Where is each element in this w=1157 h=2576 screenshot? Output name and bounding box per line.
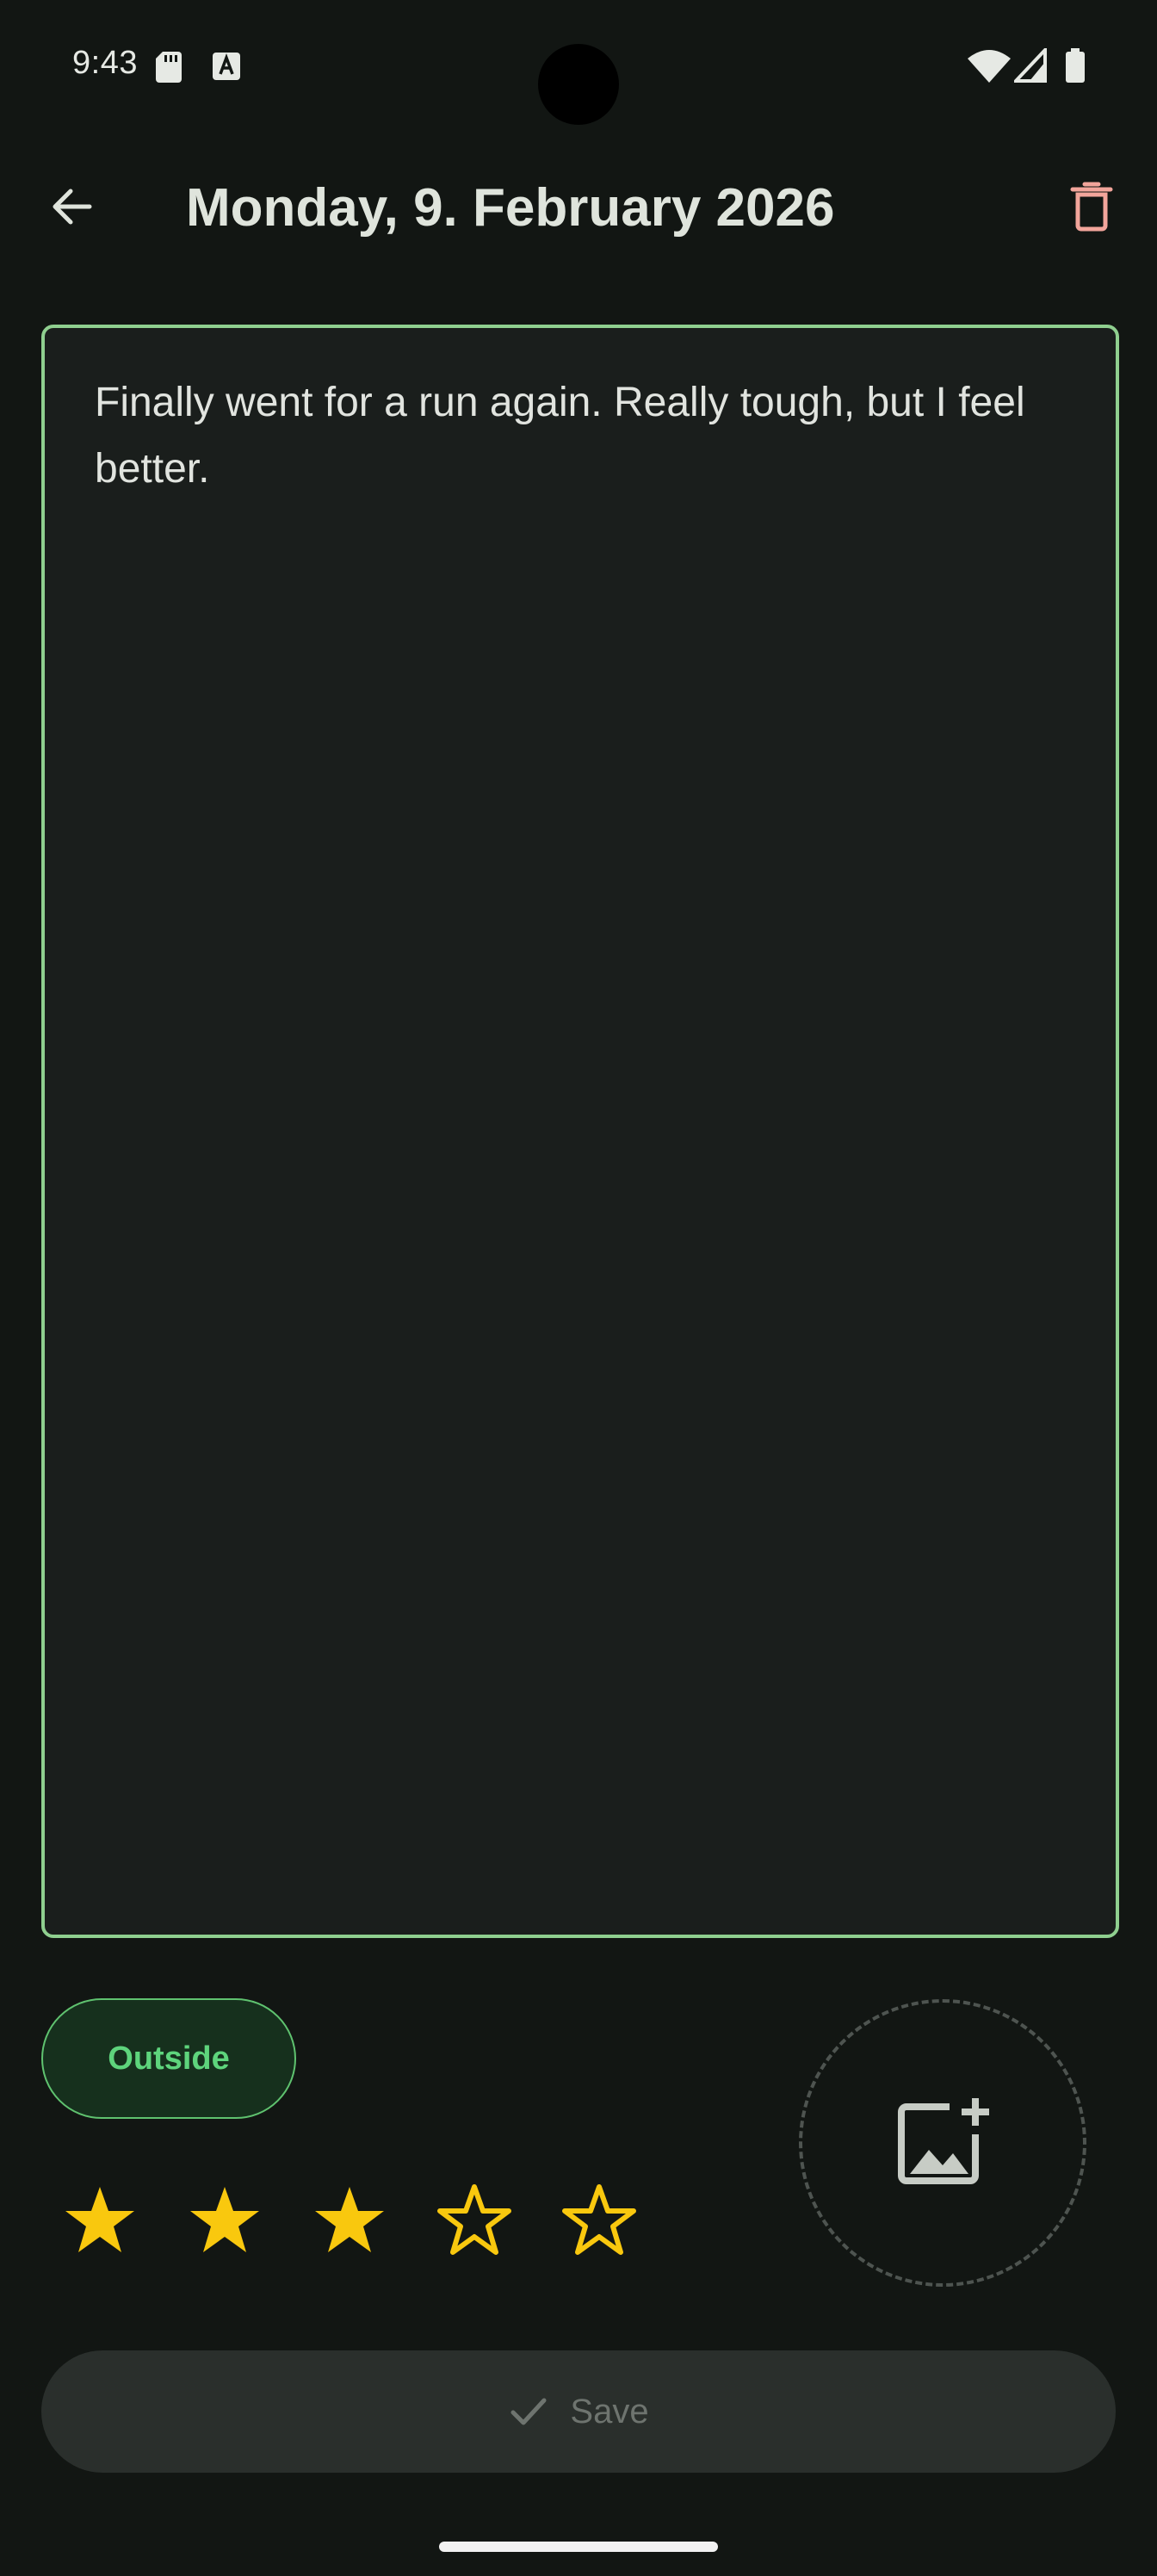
rating-stars[interactable] — [62, 2183, 637, 2259]
star-filled-icon[interactable] — [312, 2183, 387, 2259]
save-label: Save — [570, 2392, 649, 2430]
back-button[interactable] — [41, 176, 103, 238]
star-outline-icon[interactable] — [436, 2183, 512, 2259]
sd-card-icon — [156, 52, 182, 83]
status-time: 9:43 — [72, 45, 138, 81]
arrow-back-icon — [53, 189, 92, 225]
star-filled-icon[interactable] — [62, 2183, 138, 2259]
add-image-button[interactable] — [799, 1999, 1086, 2287]
entry-text: Finally went for a run again. Really tou… — [95, 380, 1036, 492]
add-photo-icon — [898, 2098, 989, 2184]
delete-button[interactable] — [1061, 176, 1123, 238]
wifi-icon — [968, 50, 1011, 83]
camera-cutout — [538, 44, 619, 125]
cell-signal-icon — [1014, 48, 1047, 83]
page-title: Monday, 9. February 2026 — [186, 178, 835, 238]
text-a-icon — [213, 53, 240, 80]
trash-icon — [1070, 182, 1113, 232]
battery-icon — [1066, 48, 1085, 83]
tag-chip-outside[interactable]: Outside — [41, 1998, 296, 2119]
save-button[interactable]: Save — [41, 2350, 1116, 2473]
star-filled-icon[interactable] — [187, 2183, 263, 2259]
entry-text-field[interactable]: Finally went for a run again. Really tou… — [41, 325, 1119, 1938]
home-indicator — [439, 2542, 718, 2552]
star-outline-icon[interactable] — [561, 2183, 637, 2259]
check-icon — [510, 2398, 547, 2425]
